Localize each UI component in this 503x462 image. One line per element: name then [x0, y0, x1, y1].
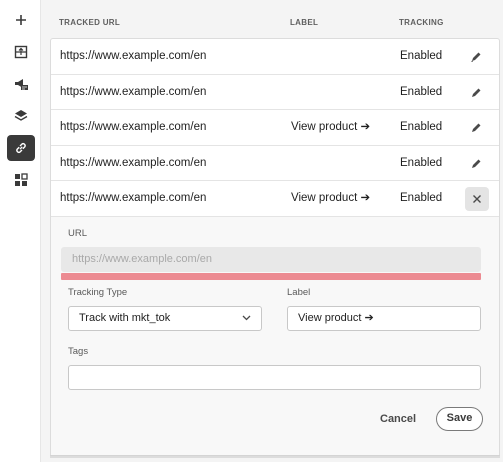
layout-icon — [14, 45, 28, 59]
row-label: View product ➔ — [291, 192, 371, 204]
grid-icon — [15, 173, 28, 186]
tracking-type-value: Track with mkt_tok — [79, 311, 171, 324]
table-row-expanded[interactable]: https://www.example.com/en View product … — [51, 181, 499, 217]
table-row[interactable]: https://www.example.com/en Enabled — [51, 146, 499, 181]
grid-button[interactable] — [7, 167, 35, 193]
tags-field-label: Tags — [68, 345, 89, 357]
edit-button[interactable] — [465, 82, 487, 104]
campaign-icon — [15, 79, 28, 90]
campaign-button[interactable] — [7, 71, 35, 97]
label-input[interactable]: View product ➔ — [287, 305, 481, 331]
link-icon — [16, 143, 26, 153]
edit-url-form: URL https://www.example.com/en Tracking … — [51, 216, 499, 457]
add-button[interactable] — [7, 7, 35, 33]
url-input[interactable]: https://www.example.com/en — [61, 246, 481, 272]
edit-icon — [472, 123, 481, 132]
tracking-type-select[interactable]: Track with mkt_tok — [68, 305, 262, 331]
tracked-urls-table: TRACKED URL LABEL TRACKING https://www.e… — [50, 0, 500, 458]
add-icon — [16, 15, 26, 25]
row-tracking: Enabled — [400, 156, 443, 169]
row-url: https://www.example.com/en — [60, 121, 207, 133]
edit-icon — [471, 52, 481, 62]
layout-button[interactable] — [7, 39, 35, 65]
header-tracked-url: TRACKED URL — [59, 18, 121, 27]
tracking-type-label: Tracking Type — [68, 286, 128, 298]
header-label: LABEL — [290, 18, 319, 27]
divider — [50, 455, 500, 456]
edit-icon — [472, 88, 481, 97]
main-panel: TRACKED URL LABEL TRACKING https://www.e… — [41, 0, 503, 462]
save-button[interactable]: Save — [436, 406, 483, 431]
table-header: TRACKED URL LABEL TRACKING — [50, 0, 500, 38]
edit-icon — [472, 159, 481, 168]
row-url: https://www.example.com/en — [60, 85, 207, 98]
layers-icon — [14, 110, 28, 121]
edit-button[interactable] — [465, 117, 487, 139]
row-tracking: Enabled — [400, 50, 443, 62]
close-icon — [473, 195, 481, 203]
edit-button[interactable] — [465, 153, 487, 175]
table-row[interactable]: https://www.example.com/en Enabled — [51, 39, 499, 75]
row-tracking: Enabled — [400, 192, 443, 204]
row-url: https://www.example.com/en — [60, 50, 207, 62]
row-url: https://www.example.com/en — [60, 192, 207, 204]
row-tracking: Enabled — [400, 121, 443, 133]
edit-button[interactable] — [465, 46, 487, 68]
url-error-indicator — [61, 272, 481, 280]
table-body: https://www.example.com/en Enabled https… — [50, 38, 500, 458]
row-tracking: Enabled — [400, 85, 443, 98]
header-tracking: TRACKING — [399, 18, 444, 27]
table-row[interactable]: https://www.example.com/en Enabled — [51, 75, 499, 110]
cancel-button[interactable]: Cancel — [380, 413, 416, 425]
tags-input[interactable] — [68, 364, 481, 390]
close-button[interactable] — [465, 187, 489, 211]
left-rail — [0, 0, 41, 462]
url-field-label: URL — [68, 227, 88, 239]
label-field-label: Label — [287, 286, 311, 298]
link-button[interactable] — [7, 135, 35, 161]
row-url: https://www.example.com/en — [60, 156, 207, 169]
table-row[interactable]: https://www.example.com/en View product … — [51, 110, 499, 146]
layers-button[interactable] — [7, 103, 35, 129]
chevron-down-icon — [242, 315, 251, 320]
row-label: View product ➔ — [291, 121, 371, 133]
